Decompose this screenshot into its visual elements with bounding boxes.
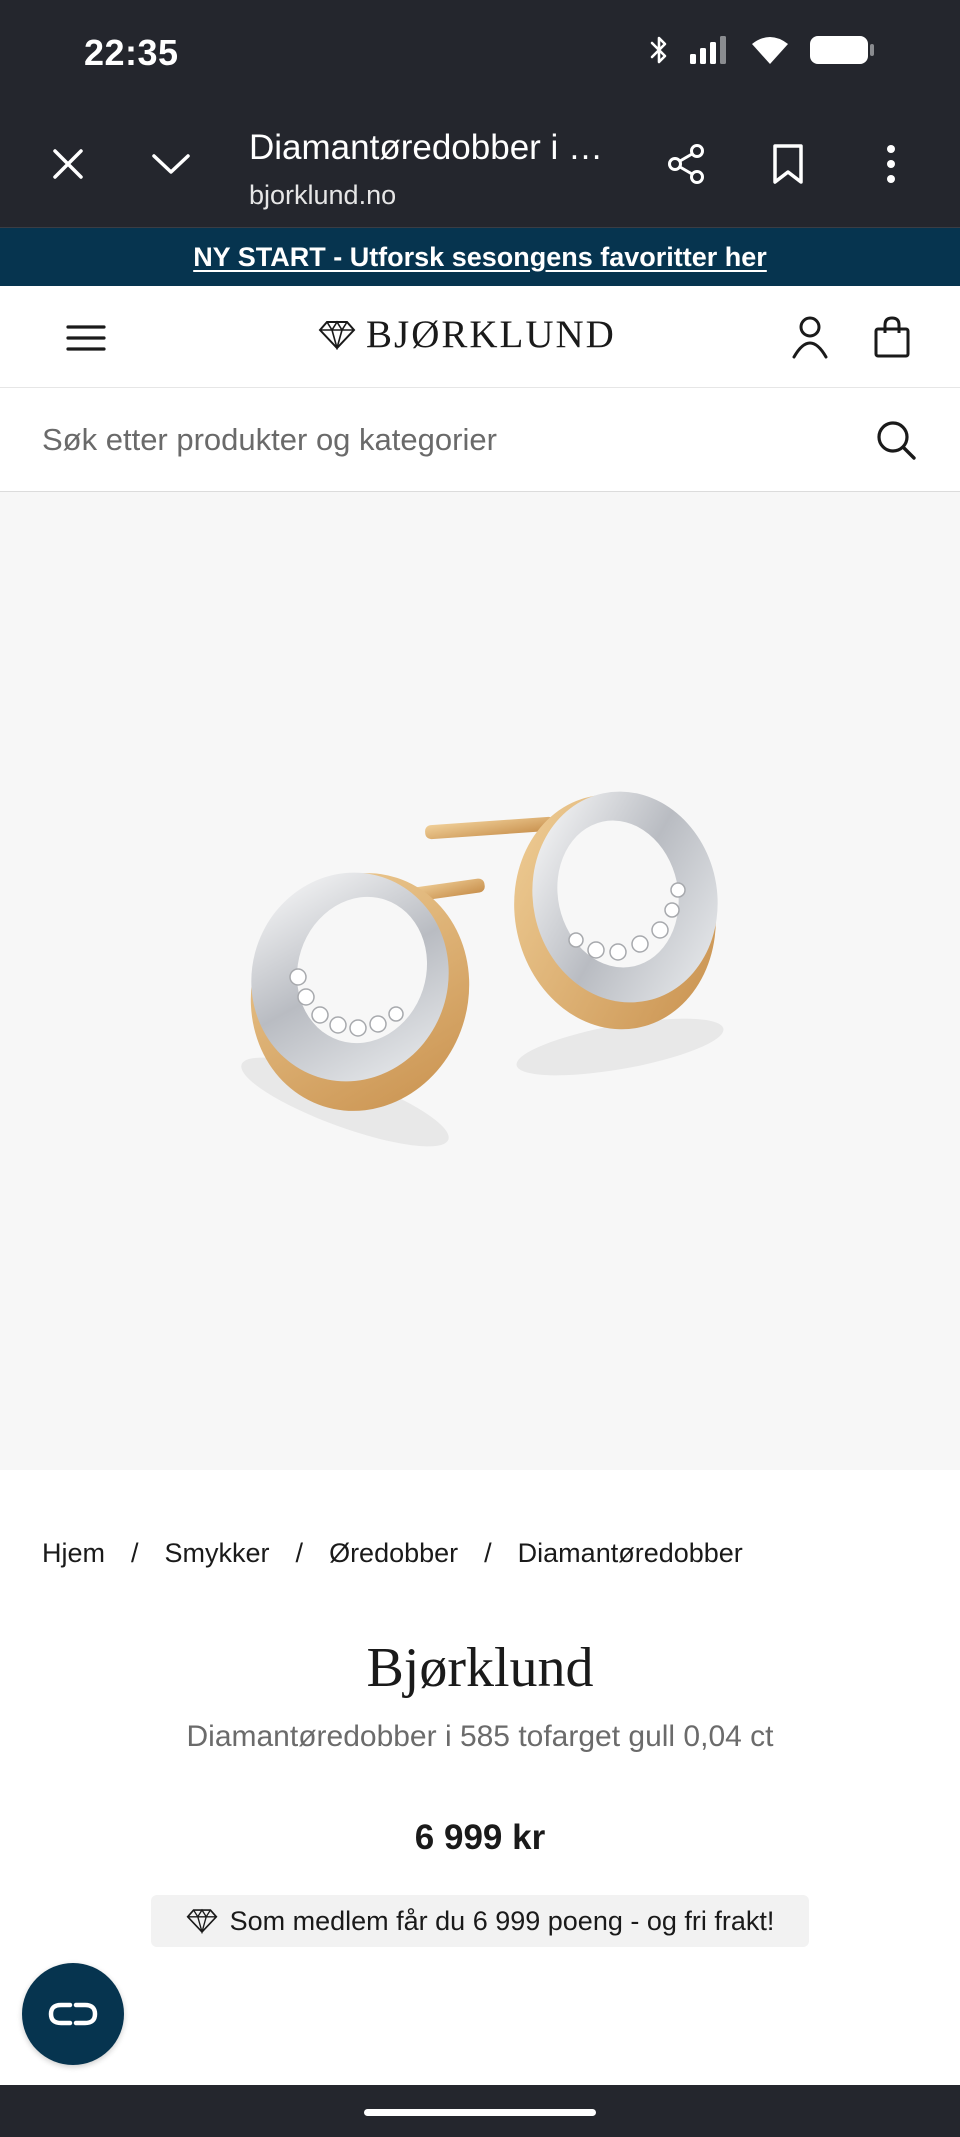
site-logo[interactable]: BJØRKLUND — [318, 312, 616, 357]
system-nav-bar — [0, 2085, 960, 2137]
breadcrumb: Hjem / Smykker / Øredobber / Diamantøred… — [42, 1538, 743, 1569]
diamond-icon — [186, 1908, 218, 1934]
breadcrumb-separator: / — [484, 1538, 492, 1568]
product-brand[interactable]: Bjørklund — [0, 1636, 960, 1700]
promo-banner: NY START - Utforsk sesongens favoritter … — [0, 228, 960, 286]
page-title: Diamantøredobber i 585 tofarget gull 0,0… — [249, 128, 609, 167]
share-button[interactable] — [654, 132, 718, 196]
logo-text: BJØRKLUND — [366, 313, 616, 356]
product-name: Diamantøredobber i 585 tofarget gull 0,0… — [186, 1720, 774, 1753]
status-bar: 22:35 — [0, 0, 960, 104]
collapse-button[interactable] — [139, 132, 203, 196]
member-benefit-text: Som medlem får du 6 999 poeng - og fri f… — [229, 1905, 775, 1936]
menu-icon — [66, 325, 106, 351]
battery-icon — [808, 34, 876, 71]
search-input[interactable] — [42, 408, 842, 472]
status-icons — [648, 34, 876, 71]
cart-button[interactable] — [864, 308, 920, 366]
breadcrumb-separator: / — [131, 1538, 139, 1568]
bluetooth-icon — [648, 34, 670, 71]
breadcrumb-smykker[interactable]: Smykker — [165, 1538, 270, 1569]
bookmark-icon — [773, 144, 803, 184]
close-icon — [53, 149, 83, 179]
account-button[interactable] — [782, 308, 838, 366]
wifi-icon — [750, 34, 790, 71]
signal-icon — [688, 34, 732, 71]
close-tab-button[interactable] — [36, 132, 100, 196]
more-options-button[interactable] — [859, 132, 923, 196]
diamond-icon — [318, 319, 356, 350]
breadcrumb-home[interactable]: Hjem — [42, 1538, 105, 1569]
search-bar — [0, 388, 960, 492]
earrings-illustration — [241, 791, 724, 1147]
share-icon — [668, 144, 704, 184]
status-time: 22:35 — [84, 32, 179, 73]
menu-button[interactable] — [58, 310, 114, 366]
home-indicator[interactable] — [364, 2109, 596, 2116]
breadcrumb-diamantoredobber[interactable]: Diamantøredobber — [518, 1538, 743, 1569]
account-icon — [792, 316, 828, 359]
breadcrumb-oredobber[interactable]: Øredobber — [329, 1538, 458, 1569]
member-benefit-badge: Som medlem får du 6 999 poeng - og fri f… — [151, 1895, 809, 1947]
bookmark-button[interactable] — [756, 132, 820, 196]
site-header: BJØRKLUND — [0, 286, 960, 388]
search-icon — [877, 421, 916, 460]
cart-icon — [874, 316, 910, 358]
chat-icon — [48, 2002, 98, 2026]
browser-toolbar: Diamantøredobber i 585 tofarget gull 0,0… — [0, 104, 960, 228]
product-price: 6 999 kr — [414, 1818, 546, 1857]
more-vert-icon — [887, 145, 895, 183]
chat-button[interactable] — [22, 1963, 124, 2065]
chevron-down-icon — [152, 154, 190, 174]
promo-link[interactable]: NY START - Utforsk sesongens favoritter … — [193, 242, 767, 273]
breadcrumb-separator: / — [295, 1538, 304, 1568]
page-domain: bjorklund.no — [249, 180, 397, 210]
search-button[interactable] — [868, 412, 924, 468]
product-image[interactable] — [0, 492, 960, 1470]
